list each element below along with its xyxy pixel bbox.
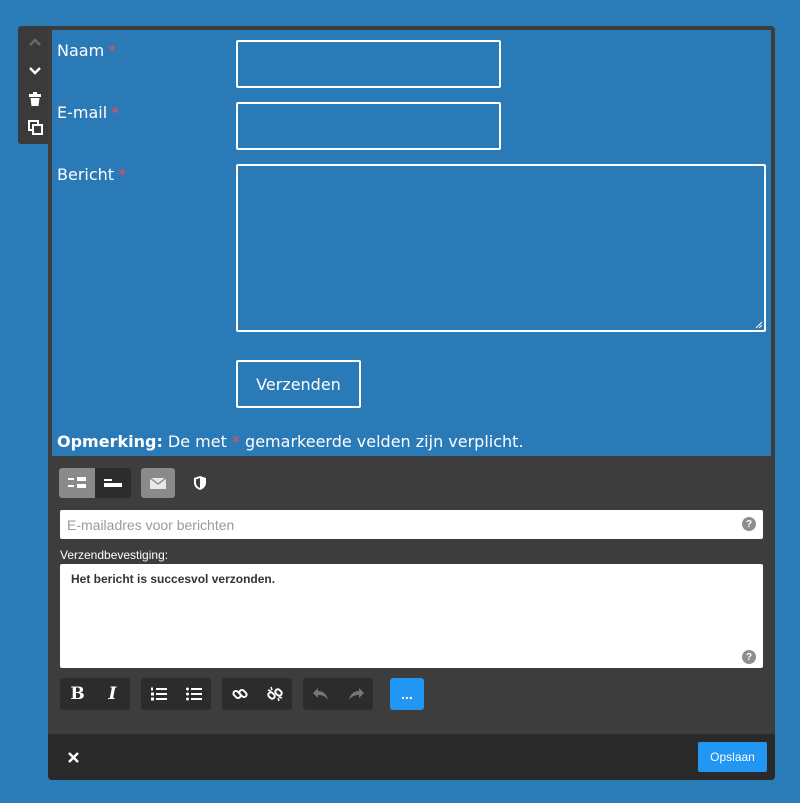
layout-toggle-group <box>59 468 131 498</box>
save-button[interactable]: Opslaan <box>698 742 767 772</box>
confirmation-label: Verzendbevestiging: <box>60 548 169 562</box>
shield-icon <box>194 476 206 490</box>
email-label: E-mail * <box>57 103 120 122</box>
ordered-list-icon <box>150 687 167 701</box>
bold-icon: B <box>70 684 85 704</box>
redo-icon <box>348 688 364 700</box>
delete-button[interactable] <box>18 87 52 111</box>
layout-top-labels-button[interactable] <box>95 468 131 498</box>
side-labels-layout-icon <box>68 477 86 488</box>
confirmation-editor[interactable]: Het bericht is succesvol verzonden. <box>60 564 763 668</box>
submit-button[interactable]: Verzenden <box>236 360 361 408</box>
layout-side-labels-button[interactable] <box>59 468 95 498</box>
help-icon[interactable]: ? <box>742 517 756 531</box>
unlink-icon <box>266 686 283 702</box>
italic-button[interactable]: I <box>95 678 130 710</box>
name-input[interactable] <box>236 40 501 88</box>
panel-footer: Opslaan <box>48 734 775 780</box>
insert-link-button[interactable] <box>222 678 257 710</box>
message-textarea[interactable] <box>236 164 766 332</box>
form-block-panel: Naam * E-mail * Bericht * Verzenden Opmerki… <box>48 26 775 780</box>
email-input[interactable] <box>236 102 501 150</box>
message-label: Bericht * <box>57 165 127 184</box>
italic-icon: I <box>108 684 117 704</box>
required-mark: * <box>118 165 127 184</box>
history-group <box>303 678 373 710</box>
bullet-list-button[interactable] <box>176 678 211 710</box>
envelope-icon <box>150 477 166 489</box>
link-icon <box>231 688 248 700</box>
confirmation-text: Het bericht is succesvol verzonden. <box>71 572 276 586</box>
ordered-list-button[interactable] <box>141 678 176 710</box>
bold-button[interactable]: B <box>60 678 95 710</box>
undo-button[interactable] <box>303 678 338 710</box>
required-mark: * <box>111 103 120 122</box>
redo-button[interactable] <box>338 678 373 710</box>
trash-icon <box>29 92 41 106</box>
resize-grip-icon[interactable] <box>755 321 763 329</box>
remove-link-button[interactable] <box>257 678 292 710</box>
email-settings-button[interactable] <box>141 468 175 498</box>
name-label: Naam * <box>57 41 117 60</box>
close-icon <box>67 751 79 763</box>
help-icon[interactable]: ? <box>742 650 756 664</box>
duplicate-button[interactable] <box>18 115 52 139</box>
more-options-button[interactable]: ... <box>390 678 424 710</box>
move-down-button[interactable] <box>18 59 52 83</box>
bullet-list-icon <box>185 687 202 701</box>
undo-icon <box>312 688 328 700</box>
chevron-up-icon <box>29 38 41 46</box>
block-side-toolbar <box>18 26 52 144</box>
top-labels-layout-icon <box>104 479 122 487</box>
close-button[interactable] <box>64 748 82 766</box>
contact-form-preview: Naam * E-mail * Bericht * Verzenden Opmerki… <box>52 30 771 456</box>
move-up-button[interactable] <box>18 30 52 54</box>
spam-protection-button[interactable] <box>185 468 215 498</box>
notification-email-input[interactable] <box>60 510 763 539</box>
chevron-down-icon <box>29 67 41 75</box>
copy-icon <box>27 119 43 135</box>
text-style-group: B I <box>60 678 130 710</box>
required-mark: * <box>108 41 117 60</box>
required-note: Opmerking: De met * gemarkeerde velden z… <box>57 432 524 451</box>
list-group <box>141 678 211 710</box>
link-group <box>222 678 292 710</box>
